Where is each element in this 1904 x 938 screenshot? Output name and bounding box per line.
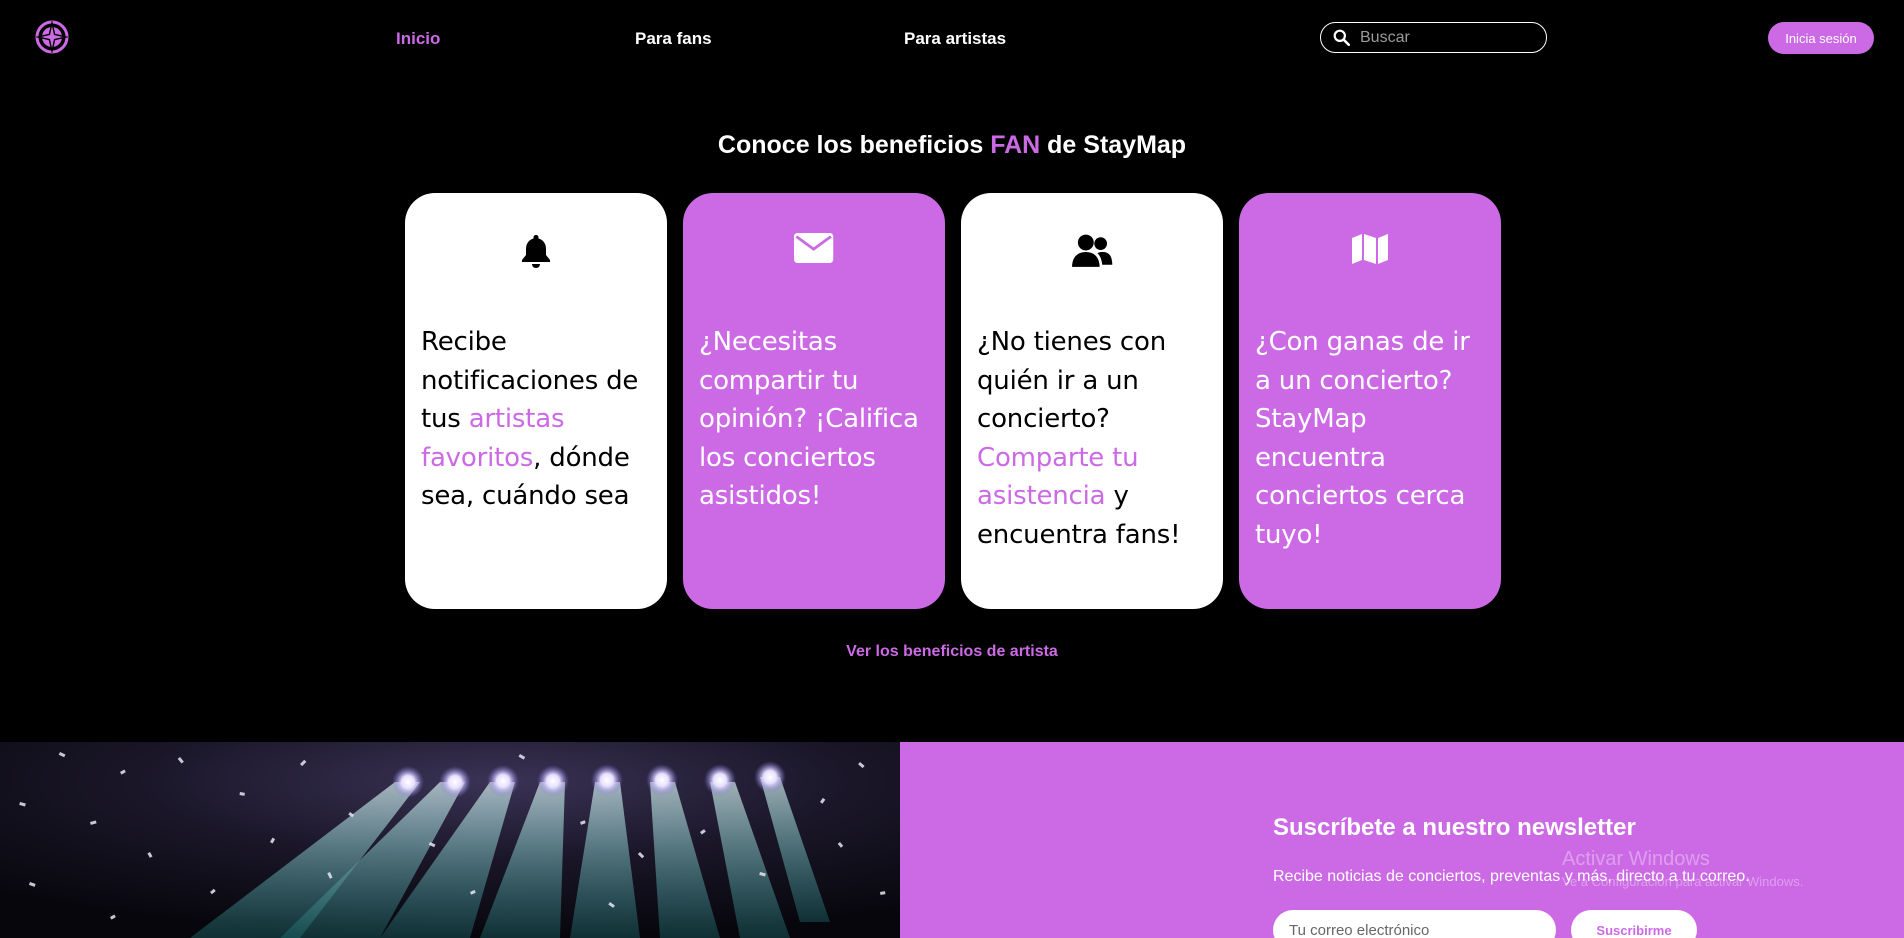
envelope-icon [794,233,834,263]
newsletter-subtitle: Recibe noticias de conciertos, preventas… [1273,868,1750,885]
nav-link-para-artistas[interactable]: Para artistas [904,29,1006,49]
fan-accent: FAN [990,131,1041,159]
benefit-card-text: Recibe notificaciones de tus artistas fa… [421,327,639,511]
benefit-card-community: ¿No tienes con quién ir a un concierto? … [961,193,1223,609]
benefit-card-nearby: ¿Con ganas de ir a un concierto? StayMap… [1239,193,1501,609]
newsletter-email-input[interactable] [1273,910,1556,938]
login-button[interactable]: Inicia sesión [1768,22,1874,54]
search-icon [1333,29,1350,46]
map-icon [1352,234,1388,264]
search-input[interactable] [1360,28,1530,47]
bell-icon [522,235,550,268]
benefit-card-ratings: ¿Necesitas compartir tu opinión? ¡Califi… [683,193,945,609]
newsletter-title: Suscríbete a nuestro newsletter [1273,814,1636,841]
benefit-card-text: ¿Necesitas compartir tu opinión? ¡Califi… [699,327,919,511]
newsletter-section: Suscríbete a nuestro newsletter Recibe n… [900,742,1904,938]
benefits-title: Conoce los beneficios FAN de StayMap [717,131,1187,159]
users-icon [1071,234,1113,267]
nav-link-inicio[interactable]: Inicio [396,29,440,49]
benefit-card-text: ¿No tienes con quién ir a un concierto? … [977,327,1181,550]
nav-link-para-fans[interactable]: Para fans [635,29,712,49]
benefit-card-notifications: Recibe notificaciones de tus artistas fa… [405,193,667,609]
staymap-logo-icon[interactable] [34,19,70,55]
benefit-card-text: ¿Con ganas de ir a un concierto? StayMap… [1255,327,1470,550]
search-box[interactable] [1320,22,1547,53]
concert-image [0,742,900,938]
subscribe-button[interactable]: Suscribirme [1571,910,1697,938]
artist-benefits-link[interactable]: Ver los beneficios de artista [0,643,1904,661]
